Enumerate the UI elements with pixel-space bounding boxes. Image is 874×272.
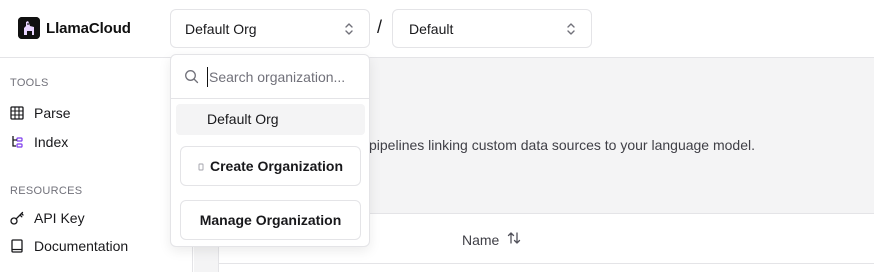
index-icon bbox=[10, 135, 24, 149]
logo-text: LlamaCloud bbox=[46, 19, 131, 37]
top-header: LlamaCloud Default Org / Default bbox=[0, 0, 874, 58]
book-icon bbox=[10, 239, 24, 253]
org-dropdown: Default Org Create Organization Manage O… bbox=[170, 54, 370, 247]
sidebar-item-parse[interactable]: Parse bbox=[10, 105, 71, 121]
sidebar: TOOLS Parse Index RESOURCES API Key Docu… bbox=[0, 58, 193, 272]
manage-organization-button[interactable]: Manage Organization bbox=[180, 200, 361, 240]
org-search-input[interactable] bbox=[207, 67, 357, 87]
breadcrumb-separator: / bbox=[377, 17, 383, 37]
chevron-up-down-icon bbox=[343, 21, 355, 40]
sidebar-section-title: TOOLS bbox=[10, 77, 49, 89]
sidebar-item-label: Parse bbox=[34, 105, 71, 121]
manage-organization-label: Manage Organization bbox=[199, 212, 342, 228]
create-organization-label: Create Organization bbox=[209, 158, 344, 174]
search-icon bbox=[184, 69, 199, 89]
sidebar-item-label: API Key bbox=[34, 210, 85, 226]
sidebar-item-index[interactable]: Index bbox=[10, 134, 68, 150]
sort-arrows-icon bbox=[507, 231, 521, 248]
org-selector-value: Default Org bbox=[185, 20, 257, 37]
llama-logo-icon bbox=[18, 17, 40, 39]
logo[interactable]: LlamaCloud bbox=[18, 17, 131, 39]
key-icon bbox=[10, 211, 24, 225]
sidebar-item-label: Documentation bbox=[34, 238, 129, 254]
sidebar-item-documentation[interactable]: Documentation bbox=[10, 238, 128, 254]
column-header-name[interactable]: Name bbox=[462, 231, 521, 248]
chevron-up-down-icon bbox=[565, 21, 577, 40]
column-header-label: Name bbox=[462, 231, 500, 248]
page-description: pipelines linking custom data sources to… bbox=[369, 137, 756, 153]
project-selector-value: Default bbox=[409, 20, 454, 37]
create-organization-button[interactable]: Create Organization bbox=[180, 146, 361, 186]
grid-icon bbox=[10, 106, 24, 120]
plus-icon bbox=[198, 158, 204, 174]
sidebar-section-title: RESOURCES bbox=[10, 185, 83, 197]
sidebar-item-label: Index bbox=[34, 134, 69, 150]
org-search-bar bbox=[171, 55, 369, 99]
project-selector[interactable]: Default bbox=[392, 9, 592, 48]
org-option-default-org[interactable]: Default Org bbox=[176, 104, 365, 135]
sidebar-item-api-key[interactable]: API Key bbox=[10, 210, 85, 226]
org-selector[interactable]: Default Org bbox=[170, 9, 370, 48]
